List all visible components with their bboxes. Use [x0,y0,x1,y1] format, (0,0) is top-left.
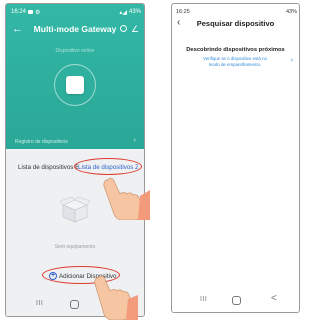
system-nav-bar: III < [172,290,299,312]
status-time: 16:25 [176,8,190,15]
battery-level: 43% [128,9,141,15]
back-icon[interactable]: < [271,293,277,304]
empty-state-label: Sem equipamento [54,244,96,250]
online-status: Dispositivo online [55,48,95,54]
pencil-icon[interactable]: ∠ [131,22,139,36]
gateway-device-image [54,64,96,106]
recents-icon[interactable]: III [36,300,43,307]
battery-level: 43% [285,8,297,15]
left-phone-screen: 16:24 ⚙ ▴◢ 43% ← Multi-mode Gateway ∠ Di… [5,3,145,317]
device-list-tabs: Lista de dispositivos B Lista de disposi… [6,158,144,176]
pointing-hand-icon [103,177,150,220]
status-bar: 16:25 43% [176,7,297,16]
empty-box-icon [60,196,90,223]
discovering-title: Descobrindo dispositivos próximos [186,47,285,53]
signal-icon: ▴◢ [119,9,127,16]
circle-icon[interactable] [120,25,127,32]
chevron-right-icon[interactable]: › [291,57,293,64]
status-bar: 16:24 ⚙ ▴◢ 43% [11,7,141,17]
recents-icon[interactable]: III [200,296,207,303]
notification-icon: ⚙ [35,9,41,16]
pointing-hand-icon [94,275,138,320]
tab-ble-devices[interactable]: Lista de dispositivos B [18,164,78,171]
top-bar: ← Multi-mode Gateway ∠ [6,21,144,37]
gateway-device-icon [66,76,84,94]
highlight-oval [74,158,142,175]
device-records-row[interactable]: Registro de dispositivos › [6,136,144,148]
top-bar: ‹ Pesquisar dispositivo [172,17,299,31]
notification-icon [28,10,34,14]
chevron-right-icon: › [133,137,136,144]
right-phone-screen: 16:25 43% ‹ Pesquisar dispositivo Descob… [171,3,300,313]
home-icon[interactable] [232,296,241,305]
home-icon[interactable] [70,300,79,309]
page-title: Pesquisar dispositivo [196,19,275,28]
status-time: 16:24 [11,9,27,15]
device-records-label: Registro de dispositivos [15,139,68,145]
pairing-mode-hint[interactable]: Verifique se o dispositivo está no modo … [200,56,270,67]
